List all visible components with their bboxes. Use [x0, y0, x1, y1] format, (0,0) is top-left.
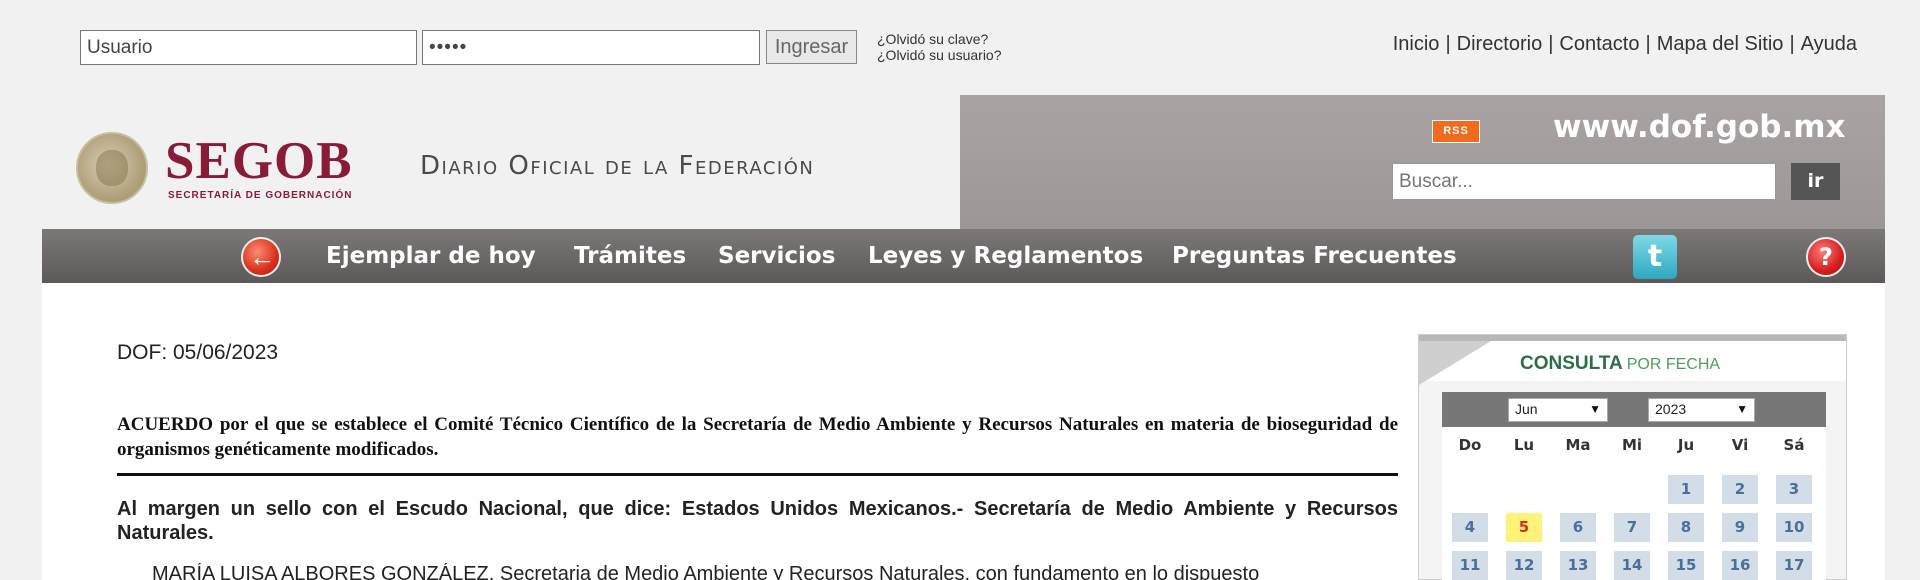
calendar-day[interactable]: 13: [1560, 551, 1596, 580]
calendar-day[interactable]: 7: [1614, 513, 1650, 542]
weekday-label: Do: [1458, 436, 1482, 454]
chevron-down-icon: ▼: [1589, 402, 1601, 416]
topnav-inicio[interactable]: Inicio: [1393, 33, 1440, 55]
search-input[interactable]: [1392, 163, 1776, 200]
calendar-day[interactable]: 4: [1452, 513, 1488, 542]
calendar-day[interactable]: 8: [1668, 513, 1704, 542]
month-select[interactable]: Jun ▼: [1508, 398, 1608, 422]
nav-leyes-y-reglamentos[interactable]: Leyes y Reglamentos: [868, 243, 1143, 269]
nav-ejemplar-de-hoy[interactable]: Ejemplar de hoy: [326, 243, 536, 269]
title-divider: [117, 473, 1398, 476]
rss-icon[interactable]: RSS: [1432, 120, 1480, 143]
calendar-day[interactable]: 3: [1776, 475, 1812, 504]
forgot-password-link[interactable]: ¿Olvidó su clave?: [877, 31, 1002, 47]
topnav-mapa[interactable]: Mapa del Sitio: [1657, 33, 1784, 55]
password-input[interactable]: [422, 30, 760, 65]
chevron-down-icon: ▼: [1736, 402, 1748, 416]
calendar-day[interactable]: 16: [1722, 551, 1758, 580]
article-margin-note: Al margen un sello con el Escudo Naciona…: [117, 498, 1398, 544]
back-arrow-glyph: ←: [249, 242, 275, 272]
weekday-label: Lu: [1513, 436, 1535, 454]
top-navigation: Inicio | Directorio | Contacto | Mapa del Siti…: [1393, 33, 1857, 56]
calendar-day[interactable]: 2: [1722, 475, 1758, 504]
year-select[interactable]: 2023 ▼: [1648, 398, 1755, 422]
login-button[interactable]: Ingresar: [766, 30, 857, 64]
weekday-label: Vi: [1731, 436, 1749, 454]
calendar-header: Jun ▼ 2023 ▼: [1442, 392, 1826, 427]
calendar-title-suffix: POR FECHA: [1626, 356, 1721, 373]
search-button[interactable]: ir: [1791, 163, 1840, 200]
header-brand-area: SEGOB SECRETARÍA DE GOBERNACIÓN Diario O…: [42, 95, 960, 229]
article-title: ACUERDO por el que se establece el Comit…: [117, 414, 1398, 460]
login-bar: Ingresar ¿Olvidó su clave? ¿Olvidó su us…: [0, 0, 1920, 95]
year-select-value: 2023: [1655, 401, 1687, 417]
segob-subtitle: SECRETARÍA DE GOBERNACIÓN: [168, 190, 353, 201]
calendar-day[interactable]: 6: [1560, 513, 1596, 542]
calendar-day[interactable]: 1: [1668, 475, 1704, 504]
topnav-contacto[interactable]: Contacto: [1559, 33, 1639, 55]
topnav-separator: |: [1789, 33, 1795, 55]
national-seal-icon: [76, 132, 148, 204]
calendar-title-main: CONSULTA: [1520, 353, 1623, 374]
weekday-label: Ju: [1677, 436, 1695, 454]
nav-servicios[interactable]: Servicios: [718, 243, 835, 269]
nav-preguntas-frecuentes[interactable]: Preguntas Frecuentes: [1172, 243, 1457, 269]
page: Ingresar ¿Olvidó su clave? ¿Olvidó su us…: [0, 0, 1920, 580]
topnav-directorio[interactable]: Directorio: [1457, 33, 1543, 55]
date-calendar: CONSULTA POR FECHA Jun ▼ 2023 ▼ Do Lu Ma Mi Ju V…: [1418, 334, 1847, 580]
weekday-label: Sá: [1783, 436, 1805, 454]
back-arrow-icon[interactable]: ←: [241, 237, 281, 277]
calendar-day[interactable]: 14: [1614, 551, 1650, 580]
calendar-day[interactable]: 9: [1722, 513, 1758, 542]
topnav-separator: |: [1445, 33, 1451, 55]
segob-logo[interactable]: SEGOB: [165, 131, 353, 191]
calendar-day-today[interactable]: 5: [1506, 513, 1542, 542]
calendar-day[interactable]: 15: [1668, 551, 1704, 580]
calendar-title: CONSULTA POR FECHA: [1520, 353, 1720, 375]
main-navigation: ← Ejemplar de hoy Trámites Servicios Ley…: [42, 229, 1885, 283]
article-paragraph: MARÍA LUISA ALBORES GONZÁLEZ, Secretaria…: [152, 563, 1260, 580]
calendar-day[interactable]: 11: [1452, 551, 1488, 580]
dof-title: Diario Oficial de la Federación: [420, 151, 815, 181]
topnav-separator: |: [1645, 33, 1651, 55]
month-select-value: Jun: [1515, 401, 1538, 417]
calendar-grid: Jun ▼ 2023 ▼ Do Lu Ma Mi Ju Vi Sá 1 2 3 4 5 6 7 8 9 10 11 12…: [1442, 392, 1826, 580]
twitter-icon[interactable]: t: [1633, 235, 1677, 279]
weekday-label: Ma: [1565, 436, 1591, 454]
topnav-separator: |: [1548, 33, 1554, 55]
user-input[interactable]: [80, 30, 417, 65]
calendar-day[interactable]: 12: [1506, 551, 1542, 580]
forgot-user-link[interactable]: ¿Olvidó su usuario?: [877, 47, 1002, 63]
calendar-day[interactable]: 17: [1776, 551, 1812, 580]
dof-date: DOF: 05/06/2023: [117, 341, 279, 364]
topnav-ayuda[interactable]: Ayuda: [1801, 33, 1857, 55]
help-icon[interactable]: ?: [1806, 237, 1846, 277]
calendar-day[interactable]: 10: [1776, 513, 1812, 542]
site-url: www.dof.gob.mx: [1553, 109, 1846, 145]
forgot-links: ¿Olvidó su clave? ¿Olvidó su usuario?: [877, 31, 1002, 63]
main-content: DOF: 05/06/2023 ACUERDO por el que se es…: [42, 283, 1885, 580]
nav-tramites[interactable]: Trámites: [574, 243, 686, 269]
weekday-label: Mi: [1621, 436, 1643, 454]
